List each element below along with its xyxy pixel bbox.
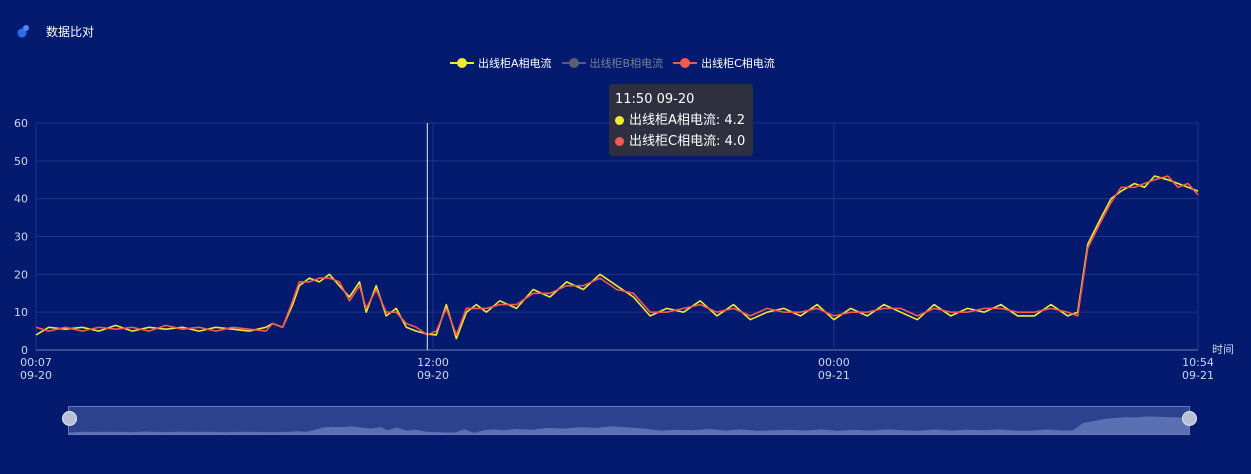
- x-tick-label: 09-20: [20, 369, 52, 382]
- y-tick-label: 10: [14, 306, 28, 319]
- series-line-a: [35, 175, 1199, 340]
- y-tick-label: 50: [14, 155, 28, 168]
- x-tick-label: 00:00: [818, 356, 850, 369]
- series-line-c: [35, 175, 1199, 336]
- tooltip-title: 11:50 09-20: [615, 92, 695, 107]
- zoom-preview-area: [69, 416, 1189, 434]
- tooltip-row-a: 出线柜A相电流: 4.2: [615, 110, 745, 131]
- x-tick-label: 09-21: [1182, 369, 1214, 382]
- x-tick-label: 10:54: [1182, 356, 1214, 369]
- tooltip-value: 出线柜C相电流: 4.0: [629, 134, 746, 149]
- series-dot-icon: [615, 116, 624, 125]
- zoom-slider[interactable]: [68, 406, 1190, 435]
- series-dot-icon: [615, 137, 624, 146]
- tooltip-row-c: 出线柜C相电流: 4.0: [615, 131, 745, 152]
- x-tick-label: 09-20: [417, 369, 449, 382]
- x-tick-label: 00:07: [20, 356, 52, 369]
- x-tick-label: 09-21: [818, 369, 850, 382]
- chart-tooltip: 11:50 09-20 出线柜A相电流: 4.2 出线柜C相电流: 4.0: [609, 84, 754, 156]
- y-tick-label: 30: [14, 231, 28, 244]
- zoom-preview: [69, 416, 1189, 434]
- zoom-handle-right[interactable]: [1182, 411, 1197, 426]
- y-tick-label: 40: [14, 193, 28, 206]
- y-tick-label: 20: [14, 268, 28, 281]
- y-tick-label: 60: [14, 117, 28, 130]
- tooltip-value: 出线柜A相电流: 4.2: [629, 113, 746, 128]
- x-axis-label: 时间: [1212, 343, 1234, 356]
- zoom-handle-left[interactable]: [62, 411, 77, 426]
- line-chart[interactable]: 010203040506000:0709-2012:0009-2000:0009…: [0, 0, 1251, 474]
- x-tick-label: 12:00: [417, 356, 449, 369]
